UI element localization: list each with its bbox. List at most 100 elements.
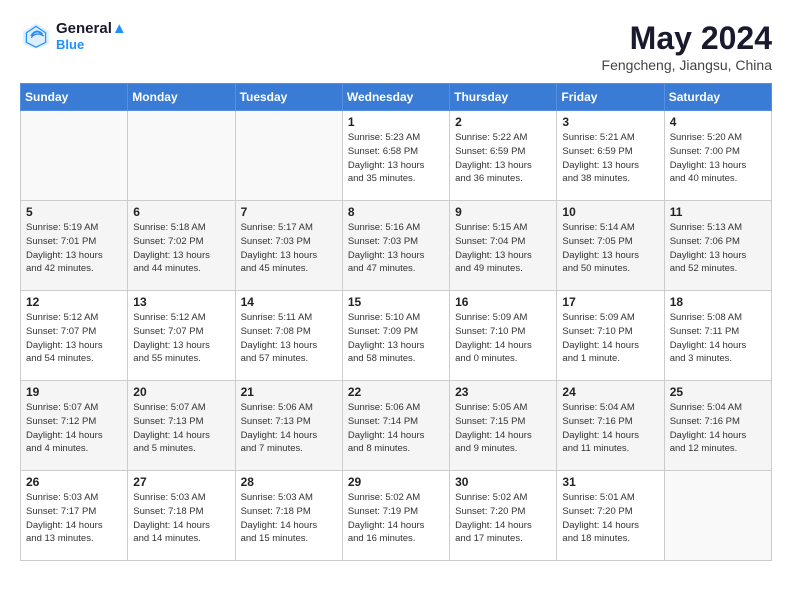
- calendar-cell: 6Sunrise: 5:18 AM Sunset: 7:02 PM Daylig…: [128, 201, 235, 291]
- day-number: 13: [133, 295, 229, 309]
- day-number: 19: [26, 385, 122, 399]
- day-number: 7: [241, 205, 337, 219]
- calendar-cell: 13 Sunrise: 5:12 AM Sunset: 7:07 PM Dayli…: [128, 291, 235, 381]
- week-row-2: 5 Sunrise: 5:19 AM Sunset: 7:01 PM Daylig…: [21, 201, 772, 291]
- page-header: General▲ Blue May 2024 Fengcheng, Jiangs…: [20, 20, 772, 73]
- calendar-cell: 17 Sunrise: 5:09 AM Sunset: 7:10 PM Dayli…: [557, 291, 664, 381]
- day-number: 21: [241, 385, 337, 399]
- day-info: Sunrise: 5:12 AM Sunset: 7:07 PM Dayligh…: [133, 311, 229, 366]
- day-info: Sunrise: 5:13 AM Sunset: 7:06 PM Dayligh…: [670, 221, 766, 276]
- day-number: 3: [562, 115, 658, 129]
- day-number: 4: [670, 115, 766, 129]
- day-number: 30: [455, 475, 551, 489]
- day-info: Sunrise: 5:15 AM Sunset: 7:04 PM Dayligh…: [455, 221, 551, 276]
- calendar-cell: [21, 111, 128, 201]
- calendar-cell: 11 Sunrise: 5:13 AM Sunset: 7:06 PM Dayli…: [664, 201, 771, 291]
- calendar-cell: 31Sunrise: 5:01 AM Sunset: 7:20 PM Dayli…: [557, 471, 664, 561]
- day-number: 16: [455, 295, 551, 309]
- day-info: Sunrise: 5:02 AM Sunset: 7:19 PM Dayligh…: [348, 491, 444, 546]
- day-header-wednesday: Wednesday: [342, 84, 449, 111]
- calendar-table: SundayMondayTuesdayWednesdayThursdayFrid…: [20, 83, 772, 561]
- day-number: 25: [670, 385, 766, 399]
- day-header-friday: Friday: [557, 84, 664, 111]
- day-info: Sunrise: 5:22 AM Sunset: 6:59 PM Dayligh…: [455, 131, 551, 186]
- logo-icon: [20, 20, 52, 52]
- day-info: Sunrise: 5:04 AM Sunset: 7:16 PM Dayligh…: [670, 401, 766, 456]
- day-number: 22: [348, 385, 444, 399]
- day-number: 17: [562, 295, 658, 309]
- calendar-cell: [235, 111, 342, 201]
- day-info: Sunrise: 5:02 AM Sunset: 7:20 PM Dayligh…: [455, 491, 551, 546]
- calendar-cell: 27Sunrise: 5:03 AM Sunset: 7:18 PM Dayli…: [128, 471, 235, 561]
- calendar-cell: 23 Sunrise: 5:05 AM Sunset: 7:15 PM Dayli…: [450, 381, 557, 471]
- calendar-cell: 3 Sunrise: 5:21 AM Sunset: 6:59 PM Daylig…: [557, 111, 664, 201]
- logo: General▲ Blue: [20, 20, 127, 52]
- location: Fengcheng, Jiangsu, China: [602, 57, 772, 73]
- day-info: Sunrise: 5:08 AM Sunset: 7:11 PM Dayligh…: [670, 311, 766, 366]
- day-info: Sunrise: 5:21 AM Sunset: 6:59 PM Dayligh…: [562, 131, 658, 186]
- day-info: Sunrise: 5:12 AM Sunset: 7:07 PM Dayligh…: [26, 311, 122, 366]
- day-number: 28: [241, 475, 337, 489]
- calendar-cell: 14Sunrise: 5:11 AM Sunset: 7:08 PM Dayli…: [235, 291, 342, 381]
- calendar-cell: 2 Sunrise: 5:22 AM Sunset: 6:59 PM Daylig…: [450, 111, 557, 201]
- calendar-cell: 30 Sunrise: 5:02 AM Sunset: 7:20 PM Dayli…: [450, 471, 557, 561]
- calendar-cell: 15Sunrise: 5:10 AM Sunset: 7:09 PM Dayli…: [342, 291, 449, 381]
- calendar-cell: 21 Sunrise: 5:06 AM Sunset: 7:13 PM Dayli…: [235, 381, 342, 471]
- day-number: 1: [348, 115, 444, 129]
- day-header-thursday: Thursday: [450, 84, 557, 111]
- calendar-cell: 19 Sunrise: 5:07 AM Sunset: 7:12 PM Dayli…: [21, 381, 128, 471]
- week-row-1: 1 Sunrise: 5:23 AM Sunset: 6:58 PM Daylig…: [21, 111, 772, 201]
- day-number: 15: [348, 295, 444, 309]
- day-number: 2: [455, 115, 551, 129]
- month-year: May 2024: [602, 20, 772, 57]
- day-header-monday: Monday: [128, 84, 235, 111]
- day-number: 11: [670, 205, 766, 219]
- day-info: Sunrise: 5:06 AM Sunset: 7:14 PM Dayligh…: [348, 401, 444, 456]
- calendar-cell: 20Sunrise: 5:07 AM Sunset: 7:13 PM Dayli…: [128, 381, 235, 471]
- day-info: Sunrise: 5:17 AM Sunset: 7:03 PM Dayligh…: [241, 221, 337, 276]
- day-info: Sunrise: 5:03 AM Sunset: 7:17 PM Dayligh…: [26, 491, 122, 546]
- day-number: 5: [26, 205, 122, 219]
- day-info: Sunrise: 5:01 AM Sunset: 7:20 PM Dayligh…: [562, 491, 658, 546]
- calendar-cell: 1 Sunrise: 5:23 AM Sunset: 6:58 PM Daylig…: [342, 111, 449, 201]
- calendar-cell: 26 Sunrise: 5:03 AM Sunset: 7:17 PM Dayli…: [21, 471, 128, 561]
- day-number: 29: [348, 475, 444, 489]
- week-row-3: 12Sunrise: 5:12 AM Sunset: 7:07 PM Dayli…: [21, 291, 772, 381]
- day-number: 26: [26, 475, 122, 489]
- day-header-saturday: Saturday: [664, 84, 771, 111]
- week-row-5: 26 Sunrise: 5:03 AM Sunset: 7:17 PM Dayli…: [21, 471, 772, 561]
- calendar-cell: 22 Sunrise: 5:06 AM Sunset: 7:14 PM Dayli…: [342, 381, 449, 471]
- day-info: Sunrise: 5:06 AM Sunset: 7:13 PM Dayligh…: [241, 401, 337, 456]
- day-number: 9: [455, 205, 551, 219]
- day-info: Sunrise: 5:19 AM Sunset: 7:01 PM Dayligh…: [26, 221, 122, 276]
- calendar-cell: 29 Sunrise: 5:02 AM Sunset: 7:19 PM Dayli…: [342, 471, 449, 561]
- day-number: 23: [455, 385, 551, 399]
- day-number: 8: [348, 205, 444, 219]
- logo-text: General▲ Blue: [56, 20, 127, 52]
- day-number: 20: [133, 385, 229, 399]
- calendar-cell: [128, 111, 235, 201]
- calendar-cell: 24Sunrise: 5:04 AM Sunset: 7:16 PM Dayli…: [557, 381, 664, 471]
- day-info: Sunrise: 5:05 AM Sunset: 7:15 PM Dayligh…: [455, 401, 551, 456]
- day-header-tuesday: Tuesday: [235, 84, 342, 111]
- day-header-sunday: Sunday: [21, 84, 128, 111]
- calendar-cell: 9 Sunrise: 5:15 AM Sunset: 7:04 PM Daylig…: [450, 201, 557, 291]
- day-number: 24: [562, 385, 658, 399]
- day-info: Sunrise: 5:23 AM Sunset: 6:58 PM Dayligh…: [348, 131, 444, 186]
- day-info: Sunrise: 5:09 AM Sunset: 7:10 PM Dayligh…: [562, 311, 658, 366]
- calendar-cell: 4 Sunrise: 5:20 AM Sunset: 7:00 PM Daylig…: [664, 111, 771, 201]
- day-number: 18: [670, 295, 766, 309]
- title-area: May 2024 Fengcheng, Jiangsu, China: [602, 20, 772, 73]
- day-info: Sunrise: 5:03 AM Sunset: 7:18 PM Dayligh…: [241, 491, 337, 546]
- calendar-cell: 16 Sunrise: 5:09 AM Sunset: 7:10 PM Dayli…: [450, 291, 557, 381]
- calendar-cell: 10Sunrise: 5:14 AM Sunset: 7:05 PM Dayli…: [557, 201, 664, 291]
- day-info: Sunrise: 5:20 AM Sunset: 7:00 PM Dayligh…: [670, 131, 766, 186]
- calendar-cell: 18 Sunrise: 5:08 AM Sunset: 7:11 PM Dayli…: [664, 291, 771, 381]
- day-info: Sunrise: 5:14 AM Sunset: 7:05 PM Dayligh…: [562, 221, 658, 276]
- day-info: Sunrise: 5:07 AM Sunset: 7:12 PM Dayligh…: [26, 401, 122, 456]
- calendar-cell: 8Sunrise: 5:16 AM Sunset: 7:03 PM Daylig…: [342, 201, 449, 291]
- day-info: Sunrise: 5:09 AM Sunset: 7:10 PM Dayligh…: [455, 311, 551, 366]
- week-row-4: 19 Sunrise: 5:07 AM Sunset: 7:12 PM Dayli…: [21, 381, 772, 471]
- calendar-cell: 5 Sunrise: 5:19 AM Sunset: 7:01 PM Daylig…: [21, 201, 128, 291]
- calendar-cell: [664, 471, 771, 561]
